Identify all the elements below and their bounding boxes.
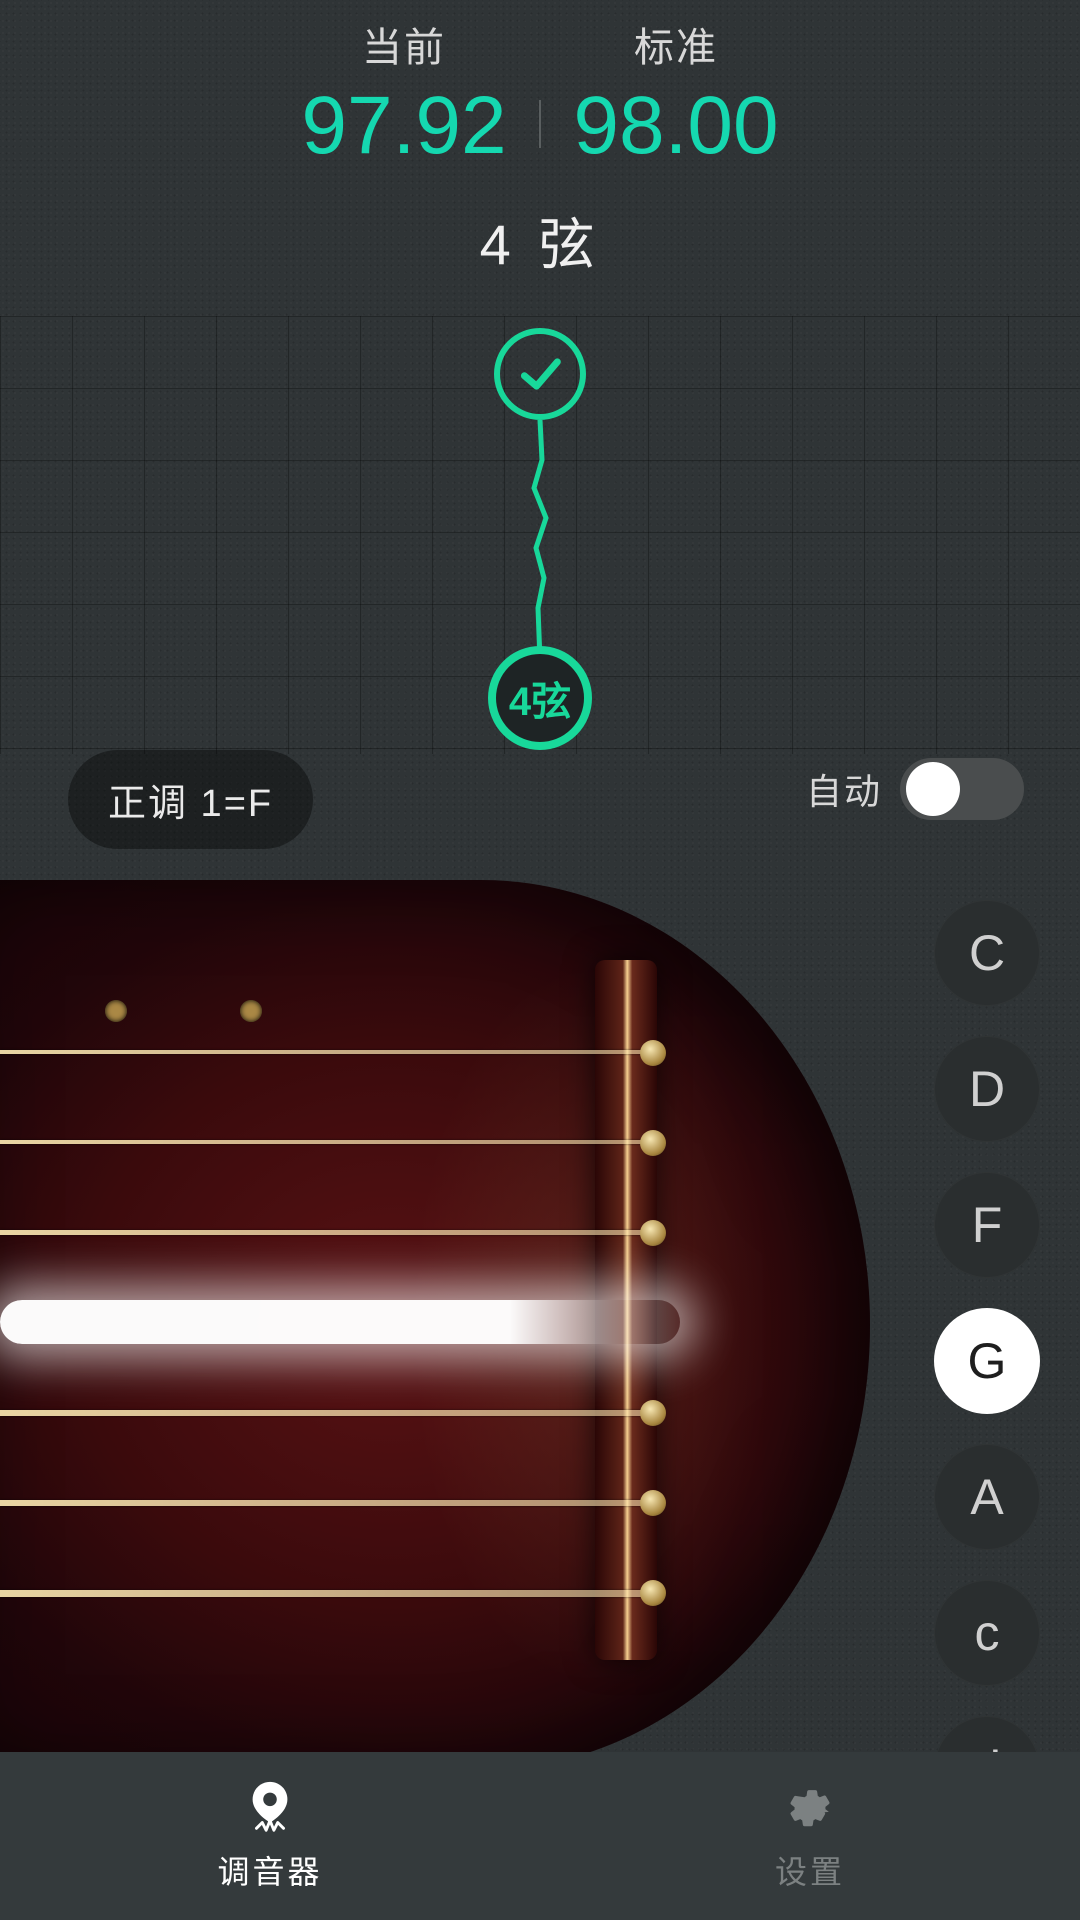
- tab-tuner[interactable]: 调音器: [0, 1752, 540, 1920]
- bottom-tab-bar: 调音器 设置: [0, 1752, 1080, 1920]
- note-button-C[interactable]: C: [934, 900, 1040, 1006]
- instrument-body: [0, 880, 870, 1770]
- auto-label: 自动: [806, 763, 882, 815]
- string-6[interactable]: [0, 1500, 660, 1506]
- current-value: 97.92: [269, 79, 539, 173]
- string-1[interactable]: [0, 1050, 660, 1054]
- standard-label: 标准: [541, 15, 811, 73]
- note-buttons-column: C D F G A c d: [934, 900, 1040, 1822]
- pitch-trace-line: [510, 420, 570, 660]
- in-tune-check-icon: [494, 328, 586, 420]
- current-frequency: 当前 97.92: [269, 15, 539, 173]
- auto-toggle[interactable]: [900, 758, 1024, 820]
- note-button-D[interactable]: D: [934, 1036, 1040, 1142]
- standard-frequency: 标准 98.00: [541, 15, 811, 173]
- current-label: 当前: [269, 15, 539, 73]
- string-5[interactable]: [0, 1410, 660, 1416]
- tab-settings[interactable]: 设置: [540, 1752, 1080, 1920]
- gear-icon: [780, 1779, 840, 1839]
- note-button-A[interactable]: A: [934, 1444, 1040, 1550]
- standard-value: 98.00: [541, 79, 811, 173]
- frequency-readouts: 当前 97.92 标准 98.00: [0, 15, 1080, 173]
- string-3[interactable]: [0, 1230, 660, 1235]
- body-inlay-dot: [105, 1000, 127, 1022]
- tab-tuner-label: 调音器: [217, 1847, 322, 1893]
- tuner-pin-icon: [240, 1779, 300, 1839]
- string-7[interactable]: [0, 1590, 660, 1597]
- auto-toggle-group: 自动: [806, 758, 1024, 820]
- body-inlay-dot: [240, 1000, 262, 1022]
- tuning-mode-chip[interactable]: 正调 1=F: [68, 750, 313, 849]
- note-button-G[interactable]: G: [934, 1308, 1040, 1414]
- tab-settings-label: 设置: [775, 1847, 845, 1893]
- note-button-c-lower[interactable]: c: [934, 1580, 1040, 1686]
- string-2[interactable]: [0, 1140, 660, 1144]
- string-title: 4 弦: [0, 200, 1080, 281]
- note-button-F[interactable]: F: [934, 1172, 1040, 1278]
- tuning-graph: 4弦: [0, 316, 1080, 754]
- toggle-knob: [906, 762, 960, 816]
- string-indicator-badge: 4弦: [488, 646, 592, 750]
- string-4-active[interactable]: [0, 1300, 680, 1344]
